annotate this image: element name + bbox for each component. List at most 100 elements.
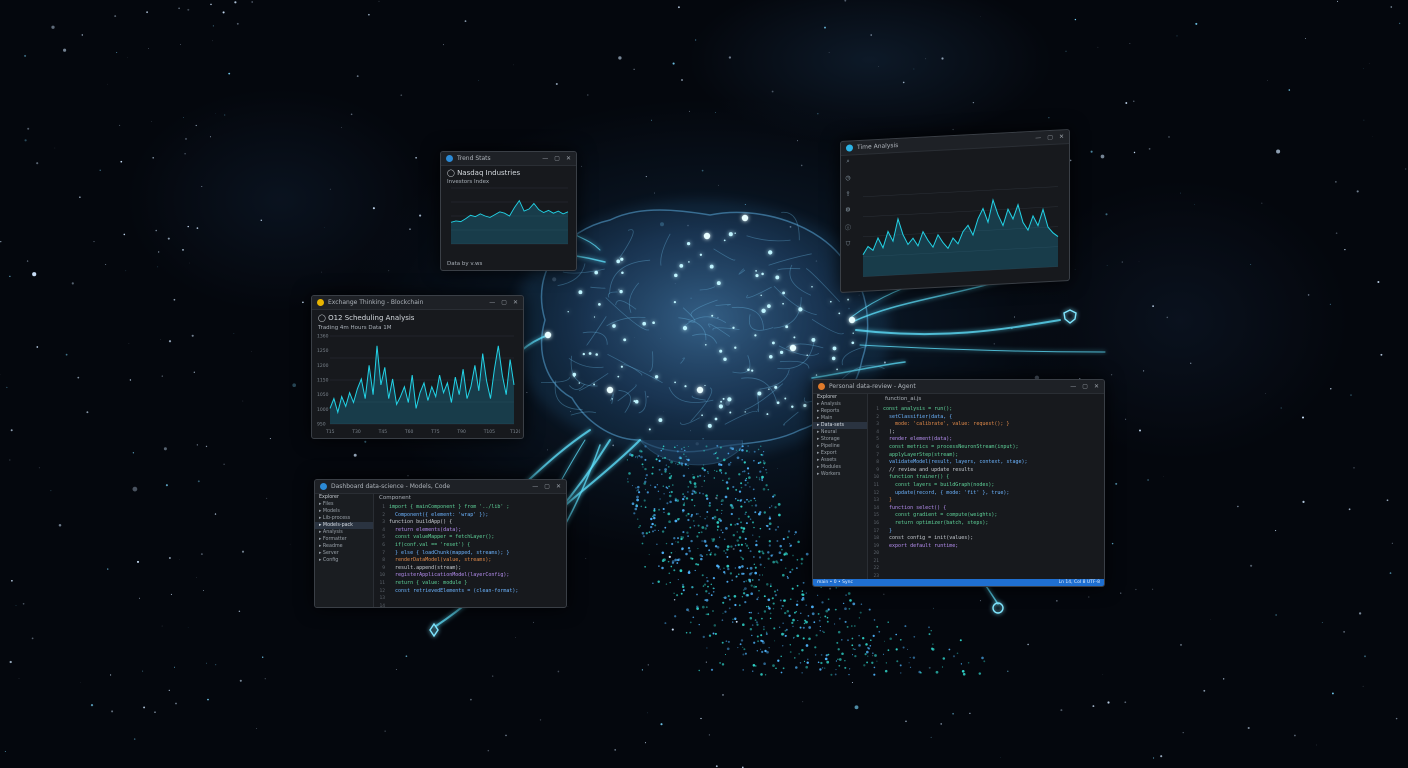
sidebar-item[interactable]: ▸ Reports xyxy=(813,408,867,415)
particle xyxy=(720,512,723,514)
particle xyxy=(637,485,640,489)
sidebar-item[interactable]: ▸ Workers xyxy=(813,471,867,478)
code-line[interactable]: const gradient = compute(weights); xyxy=(883,512,1028,520)
code-line[interactable]: renderDataModel(value, streams); xyxy=(389,557,518,565)
history-icon[interactable]: ◷ xyxy=(845,174,850,181)
code-line[interactable]: result.append(stream); xyxy=(389,565,518,573)
particle xyxy=(731,579,734,582)
sidebar-item[interactable]: ▸ Files xyxy=(315,501,373,508)
code-line[interactable]: const metrics = processNeuronStream(inpu… xyxy=(883,444,1028,452)
particle xyxy=(868,608,871,611)
close-icon[interactable]: ✕ xyxy=(513,299,518,306)
code-line[interactable]: const retrievedElements = (clean-format)… xyxy=(389,588,518,596)
particle xyxy=(805,620,808,624)
code-line[interactable]: return { value: module } xyxy=(389,580,518,588)
code-line[interactable]: export default runtime; xyxy=(883,543,1028,551)
sidebar-item[interactable]: ▸ Formatter xyxy=(315,536,373,543)
maximize-icon[interactable]: ▢ xyxy=(544,483,550,490)
sidebar-item[interactable]: ▸ Assets xyxy=(813,457,867,464)
minimize-icon[interactable]: — xyxy=(1035,134,1041,141)
code-editor-window-left[interactable]: Dashboard data-science - Models, Code — ▢… xyxy=(314,479,567,608)
sidebar-item[interactable]: ▸ Main xyxy=(813,415,867,422)
minimize-icon[interactable]: — xyxy=(542,155,548,162)
code-line[interactable]: } xyxy=(883,528,1028,536)
tab-file[interactable]: function_ai.js xyxy=(885,396,921,402)
code-line[interactable]: function buildApp() { xyxy=(389,519,518,527)
particle xyxy=(702,635,705,639)
code-line[interactable]: import { mainComponent } from '../lib' ; xyxy=(389,504,518,512)
particle xyxy=(757,596,760,599)
code-line[interactable]: ); xyxy=(883,429,1028,437)
particle xyxy=(844,620,847,623)
particle xyxy=(774,594,778,597)
particle xyxy=(723,550,725,552)
close-icon[interactable]: ✕ xyxy=(566,155,571,162)
code-line[interactable]: } else { loadChunk(mapped, streams); } xyxy=(389,550,518,558)
code-line[interactable]: setClassifier(data, { xyxy=(883,414,1028,422)
chart-toolbar[interactable]: Trading 4m Hours Data 1M xyxy=(318,325,517,331)
sidebar-item[interactable]: ▸ Models xyxy=(315,508,373,515)
code-line[interactable]: validateModel(result, layers, context, s… xyxy=(883,459,1027,467)
info-icon[interactable]: ⓘ xyxy=(845,222,851,231)
close-icon[interactable]: ✕ xyxy=(1059,133,1064,140)
code-line[interactable]: registerApplicationModel(layerConfig); xyxy=(389,572,518,580)
code-line[interactable]: } xyxy=(883,497,1028,505)
close-icon[interactable]: ✕ xyxy=(556,483,561,490)
sidebar-item[interactable]: ▸ Export xyxy=(813,450,867,457)
code-line[interactable]: function select() { xyxy=(883,505,1028,513)
minimize-icon[interactable]: — xyxy=(1070,383,1076,390)
maximize-icon[interactable]: ▢ xyxy=(1047,134,1053,141)
sidebar-item[interactable]: ▸ Neural xyxy=(813,429,867,436)
sidebar-item[interactable]: ▸ Analysis xyxy=(315,529,373,536)
share-icon[interactable]: ⇪ xyxy=(845,190,850,197)
sidebar-item[interactable]: ▸ Readme xyxy=(315,543,373,550)
brain-node xyxy=(673,300,677,304)
sidebar-item[interactable]: ▸ Modules xyxy=(813,464,867,471)
code-line[interactable]: return optimizer(batch, steps); xyxy=(883,520,1028,528)
tab-component[interactable]: Component xyxy=(379,495,411,501)
sidebar-item[interactable]: ▸ Config xyxy=(315,557,373,564)
sidebar-item[interactable]: ▸ Models-pack xyxy=(315,522,373,529)
code-line[interactable]: const layers = buildGraph(nodes); xyxy=(883,482,1028,490)
code-line[interactable]: Component({ element: 'wrap' }); xyxy=(389,512,518,520)
code-line[interactable]: const valueMapper = fetchLayer(); xyxy=(389,534,518,542)
title-bar[interactable]: Trend Stats — ▢ ✕ xyxy=(441,152,576,166)
chart-window-large[interactable]: Exchange Thinking - Blockchain — ▢ ✕ ◯ O12… xyxy=(311,295,524,439)
maximize-icon[interactable]: ▢ xyxy=(1082,383,1088,390)
code-line[interactable]: const config = init(values); xyxy=(883,535,1028,543)
close-icon[interactable]: ✕ xyxy=(1094,383,1099,390)
particle xyxy=(721,509,723,511)
sidebar-item[interactable]: ▸ Data-sets xyxy=(813,422,867,429)
code-line[interactable]: const analysis = run(); xyxy=(883,406,1028,414)
code-line[interactable]: render element(data); xyxy=(883,436,1028,444)
code-line[interactable]: if(conf.val == 'reset') { xyxy=(389,542,518,550)
code-line[interactable]: mode: 'calibrate', value: request(); } xyxy=(883,421,1028,429)
sidebar-item[interactable]: ▸ Storage xyxy=(813,436,867,443)
sidebar-item[interactable]: ▸ Lib-process xyxy=(315,515,373,522)
circle-icon: ◯ xyxy=(447,169,458,177)
sidebar-item[interactable]: ▸ Analysis xyxy=(813,401,867,408)
title-bar[interactable]: Personal data-review - Agent — ▢ ✕ xyxy=(813,380,1104,394)
title-bar[interactable]: Dashboard data-science - Models, Code — ▢… xyxy=(315,480,566,494)
chart-window-right[interactable]: Time Analysis — ▢ ✕ ⌕ ◷ ⇪ ⚙ ⓘ ⛉ xyxy=(840,128,1070,293)
code-line[interactable]: update(record, { mode: 'fit' }, true); xyxy=(883,490,1028,498)
particle xyxy=(789,545,792,547)
code-line[interactable]: applyLayerStep(stream); xyxy=(883,452,1028,460)
particle xyxy=(701,540,703,542)
code-line[interactable]: // review and update results xyxy=(883,467,1028,475)
maximize-icon[interactable]: ▢ xyxy=(554,155,560,162)
grid-line xyxy=(863,186,1058,198)
maximize-icon[interactable]: ▢ xyxy=(501,299,507,306)
shield-icon[interactable]: ⛉ xyxy=(846,240,851,248)
code-line[interactable]: function trainer() { xyxy=(883,474,1028,482)
title-bar[interactable]: Exchange Thinking - Blockchain — ▢ ✕ xyxy=(312,296,523,310)
sidebar-item[interactable]: ▸ Server xyxy=(315,550,373,557)
minimize-icon[interactable]: — xyxy=(489,299,495,306)
search-icon[interactable]: ⌕ xyxy=(846,157,849,165)
chart-window-small[interactable]: Trend Stats — ▢ ✕ ◯ Nasdaq Industries Inve… xyxy=(440,151,577,271)
minimize-icon[interactable]: — xyxy=(532,483,538,490)
code-line[interactable]: return elements(data); xyxy=(389,527,518,535)
code-editor-window-right[interactable]: Personal data-review - Agent — ▢ ✕ Explore… xyxy=(812,379,1105,587)
sidebar-item[interactable]: ▸ Pipeline xyxy=(813,443,867,450)
settings-icon[interactable]: ⚙ xyxy=(845,206,850,213)
